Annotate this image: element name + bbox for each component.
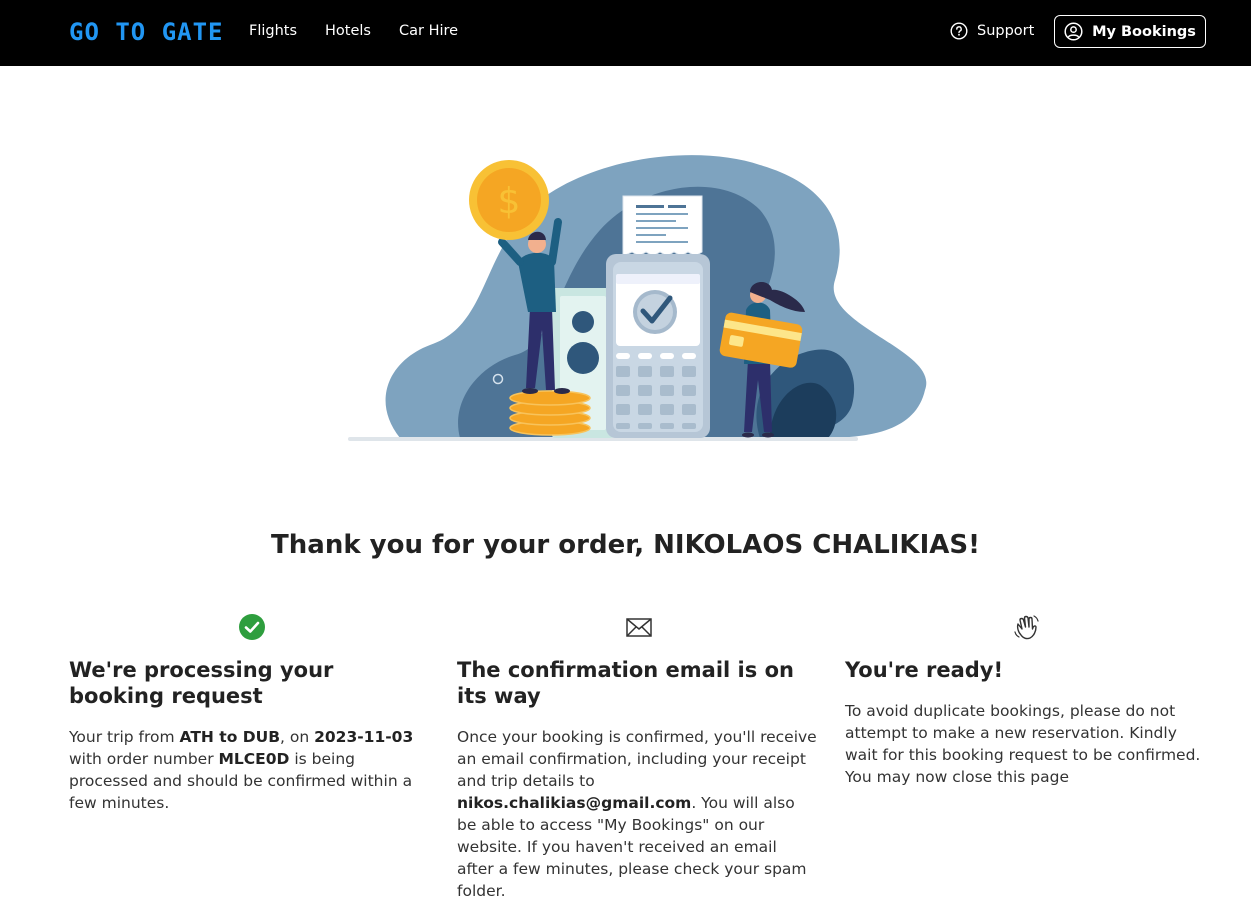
nav-flights[interactable]: Flights	[249, 23, 297, 39]
check-circle-icon	[239, 614, 265, 640]
payment-illustration: $	[348, 155, 927, 441]
gotogate-logo[interactable]: GO TO GATE	[69, 18, 224, 46]
my-bookings-label: My Bookings	[1092, 23, 1196, 40]
envelope-icon	[626, 618, 652, 637]
nav-hotels[interactable]: Hotels	[325, 23, 371, 39]
user-circle-icon	[1064, 22, 1083, 41]
confirmation-email-title: The confirmation email is on its way	[457, 658, 794, 708]
ready-text: To avoid duplicate bookings, please do n…	[845, 702, 1201, 786]
processing-title: We're processing your booking request	[69, 658, 334, 708]
waving-hand-icon	[1014, 615, 1039, 640]
confirmation-email-text: Once your booking is confirmed, you'll r…	[457, 728, 817, 900]
nav-car-hire[interactable]: Car Hire	[399, 23, 458, 39]
customer-email: nikos.chalikias@gmail.com	[457, 794, 692, 812]
order-number: MLCE0D	[218, 750, 290, 768]
my-bookings-button[interactable]: My Bookings	[1054, 15, 1206, 48]
trip-route: ATH to DUB	[179, 728, 281, 746]
svg-text:$: $	[498, 181, 521, 222]
thank-you-heading: Thank you for your order, NIKOLAOS CHALI…	[271, 530, 980, 560]
support-label: Support	[977, 23, 1035, 39]
help-circle-icon	[950, 22, 968, 40]
support-link[interactable]: Support	[950, 22, 1034, 40]
processing-text: Your trip from ATH to DUB, on 2023-11-03…	[69, 728, 414, 812]
trip-date: 2023-11-03	[314, 728, 414, 746]
top-navigation-bar: GO TO GATE Flights Hotels Car Hire Suppo…	[0, 0, 1251, 66]
ready-title: You're ready!	[845, 658, 1004, 682]
